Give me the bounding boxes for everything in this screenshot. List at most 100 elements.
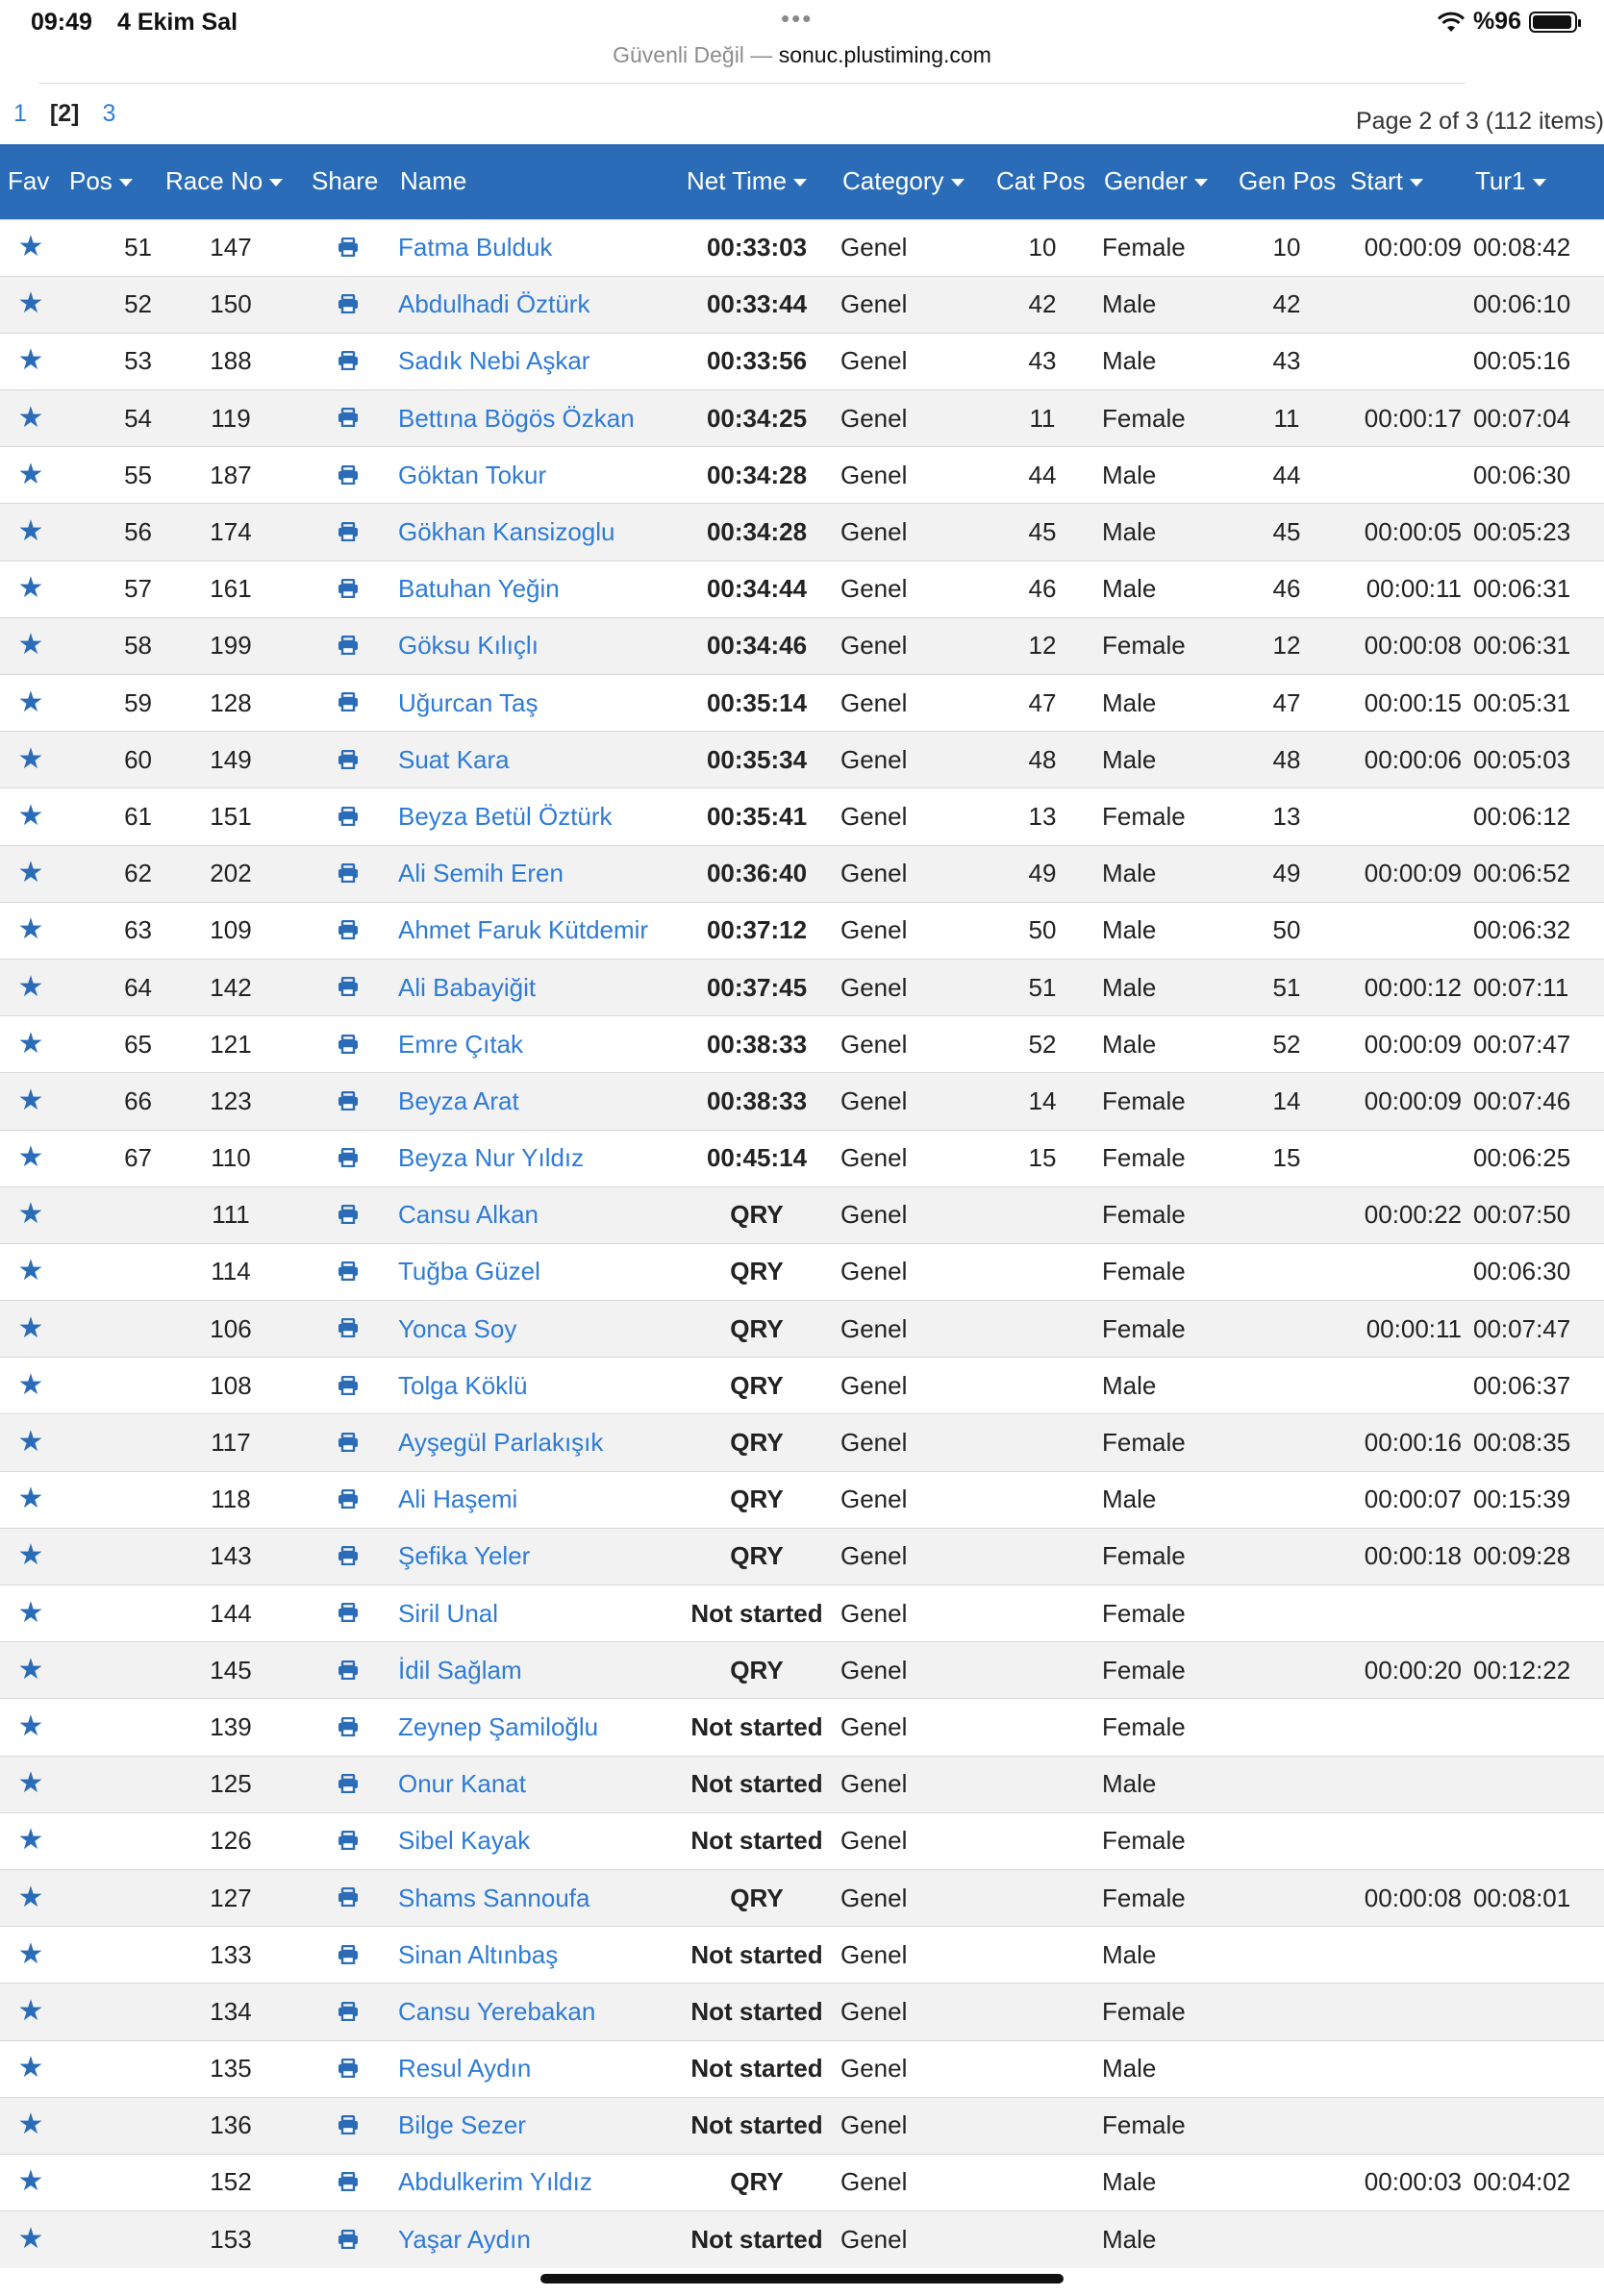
- athlete-name-link[interactable]: Beyza Nur Yıldız: [398, 1143, 584, 1172]
- column-header-tur1[interactable]: Tur1: [1467, 144, 1604, 219]
- athlete-name-link[interactable]: Sadık Nebi Aşkar: [398, 346, 589, 375]
- printer-icon[interactable]: [338, 1314, 359, 1344]
- star-icon[interactable]: ★: [18, 1882, 44, 1913]
- printer-icon[interactable]: [338, 632, 359, 661]
- column-header-race-no[interactable]: Race No: [158, 144, 304, 219]
- printer-icon[interactable]: [338, 234, 359, 263]
- star-icon[interactable]: ★: [18, 1255, 44, 1286]
- athlete-name-link[interactable]: Ali Haşemi: [398, 1485, 517, 1513]
- printer-icon[interactable]: [338, 1998, 359, 2028]
- printer-icon[interactable]: [338, 1031, 359, 1061]
- star-icon[interactable]: ★: [18, 402, 44, 434]
- column-header-category[interactable]: Category: [835, 144, 989, 219]
- column-header-start[interactable]: Start: [1342, 144, 1467, 219]
- athlete-name-link[interactable]: Sinan Altınbaş: [398, 1940, 558, 1969]
- home-indicator[interactable]: [540, 2274, 1064, 2284]
- star-icon[interactable]: ★: [18, 800, 44, 832]
- star-icon[interactable]: ★: [18, 1426, 44, 1458]
- printer-icon[interactable]: [338, 1599, 359, 1629]
- column-header-pos[interactable]: Pos: [62, 144, 158, 219]
- athlete-name-link[interactable]: Tuğba Güzel: [398, 1257, 540, 1285]
- athlete-name-link[interactable]: Ayşegül Parlakışık: [398, 1428, 603, 1457]
- athlete-name-link[interactable]: Ali Babayiğit: [398, 973, 536, 1002]
- star-icon[interactable]: ★: [18, 743, 44, 775]
- printer-icon[interactable]: [338, 1201, 359, 1231]
- address-bar[interactable]: Güvenli Değil — sonuc.plustiming.com: [0, 42, 1604, 81]
- athlete-name-link[interactable]: Batuhan Yeğin: [398, 574, 560, 603]
- printer-icon[interactable]: [338, 462, 359, 491]
- printer-icon[interactable]: [338, 1941, 359, 1971]
- printer-icon[interactable]: [338, 2168, 359, 2198]
- athlete-name-link[interactable]: Bilge Sezer: [398, 2110, 526, 2139]
- star-icon[interactable]: ★: [18, 231, 44, 262]
- athlete-name-link[interactable]: Şefika Yeler: [398, 1541, 530, 1570]
- athlete-name-link[interactable]: Sibel Kayak: [398, 1826, 530, 1855]
- printer-icon[interactable]: [338, 347, 359, 377]
- athlete-name-link[interactable]: Abdulhadi Öztürk: [398, 289, 589, 318]
- star-icon[interactable]: ★: [18, 344, 44, 376]
- star-icon[interactable]: ★: [18, 1938, 44, 1970]
- printer-icon[interactable]: [338, 688, 359, 718]
- printer-icon[interactable]: [338, 1770, 359, 1800]
- printer-icon[interactable]: [338, 916, 359, 946]
- athlete-name-link[interactable]: Suat Kara: [398, 745, 510, 774]
- printer-icon[interactable]: [338, 2111, 359, 2141]
- athlete-name-link[interactable]: Resul Aydın: [398, 2054, 531, 2083]
- star-icon[interactable]: ★: [18, 1312, 44, 1344]
- athlete-name-link[interactable]: Cansu Alkan: [398, 1200, 539, 1229]
- star-icon[interactable]: ★: [18, 971, 44, 1003]
- athlete-name-link[interactable]: İdil Sağlam: [398, 1656, 522, 1685]
- printer-icon[interactable]: [338, 1258, 359, 1287]
- printer-icon[interactable]: [338, 1542, 359, 1572]
- athlete-name-link[interactable]: Abdulkerim Yıldız: [398, 2167, 592, 2196]
- printer-icon[interactable]: [338, 860, 359, 889]
- page-link-1[interactable]: 1: [13, 100, 27, 128]
- athlete-name-link[interactable]: Yaşar Aydın: [398, 2225, 531, 2254]
- star-icon[interactable]: ★: [18, 1085, 44, 1116]
- athlete-name-link[interactable]: Beyza Arat: [398, 1086, 519, 1115]
- printer-icon[interactable]: [338, 803, 359, 833]
- printer-icon[interactable]: [338, 1087, 359, 1117]
- athlete-name-link[interactable]: Uğurcan Taş: [398, 688, 539, 717]
- column-header-gender[interactable]: Gender: [1096, 144, 1231, 219]
- printer-icon[interactable]: [338, 1429, 359, 1459]
- star-icon[interactable]: ★: [18, 1028, 44, 1060]
- printer-icon[interactable]: [338, 973, 359, 1003]
- printer-icon[interactable]: [338, 2055, 359, 2084]
- star-icon[interactable]: ★: [18, 1141, 44, 1173]
- athlete-name-link[interactable]: Yonca Soy: [398, 1314, 516, 1343]
- printer-icon[interactable]: [338, 290, 359, 320]
- athlete-name-link[interactable]: Ali Semih Eren: [398, 859, 564, 887]
- athlete-name-link[interactable]: Tolga Köklü: [398, 1371, 527, 1400]
- athlete-name-link[interactable]: Beyza Betül Öztürk: [398, 802, 613, 831]
- printer-icon[interactable]: [338, 1144, 359, 1174]
- athlete-name-link[interactable]: Emre Çıtak: [398, 1030, 523, 1059]
- printer-icon[interactable]: [338, 2226, 359, 2256]
- printer-icon[interactable]: [338, 746, 359, 776]
- column-header-net-time[interactable]: Net Time: [679, 144, 835, 219]
- athlete-name-link[interactable]: Onur Kanat: [398, 1769, 526, 1798]
- star-icon[interactable]: ★: [18, 1483, 44, 1514]
- athlete-name-link[interactable]: Siril Unal: [398, 1599, 498, 1628]
- athlete-name-link[interactable]: Göksu Kılıçlı: [398, 631, 539, 660]
- athlete-name-link[interactable]: Bettına Bögös Özkan: [398, 404, 635, 433]
- printer-icon[interactable]: [338, 1713, 359, 1743]
- multitasking-dots[interactable]: •••: [781, 4, 813, 34]
- star-icon[interactable]: ★: [18, 857, 44, 888]
- athlete-name-link[interactable]: Ahmet Faruk Kütdemir: [398, 915, 648, 944]
- page-link-3[interactable]: 3: [102, 100, 115, 128]
- printer-icon[interactable]: [338, 1485, 359, 1515]
- star-icon[interactable]: ★: [18, 1824, 44, 1856]
- star-icon[interactable]: ★: [18, 287, 44, 319]
- star-icon[interactable]: ★: [18, 515, 44, 547]
- star-icon[interactable]: ★: [18, 1767, 44, 1799]
- printer-icon[interactable]: [338, 518, 359, 548]
- printer-icon[interactable]: [338, 1827, 359, 1857]
- star-icon[interactable]: ★: [18, 2052, 44, 2084]
- printer-icon[interactable]: [338, 1657, 359, 1686]
- printer-icon[interactable]: [338, 404, 359, 434]
- printer-icon[interactable]: [338, 1884, 359, 1913]
- star-icon[interactable]: ★: [18, 1369, 44, 1401]
- star-icon[interactable]: ★: [18, 913, 44, 945]
- star-icon[interactable]: ★: [18, 1198, 44, 1230]
